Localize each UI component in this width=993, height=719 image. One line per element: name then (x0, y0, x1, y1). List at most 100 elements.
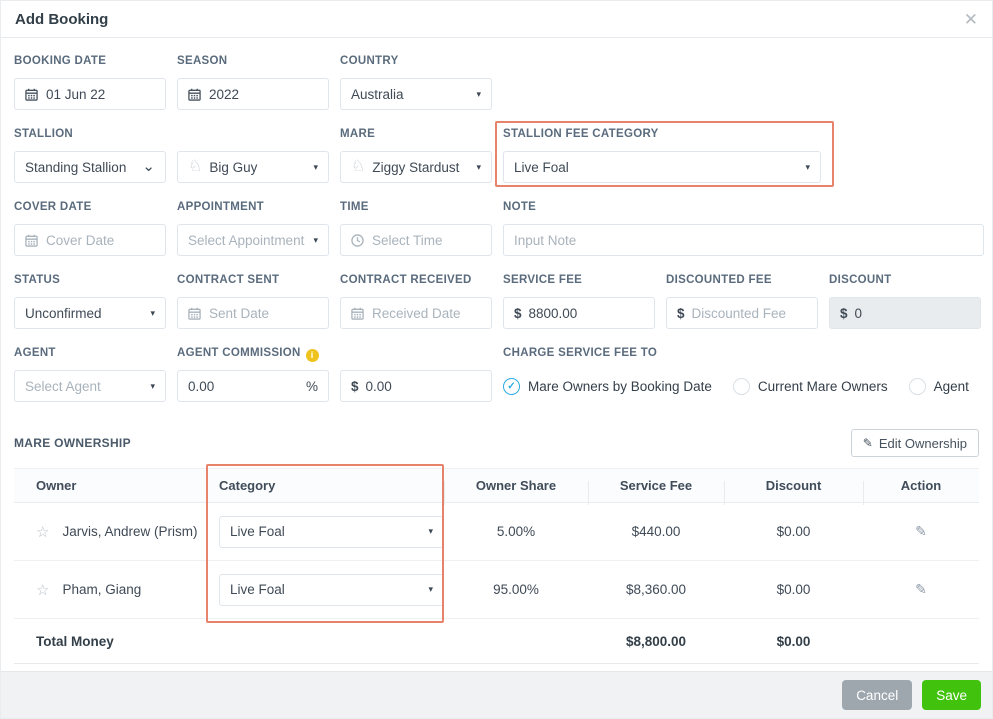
col-category: Category (219, 478, 276, 493)
mare-select[interactable]: ♘ Ziggy Stardust ▾ (340, 151, 492, 183)
horse-icon: ♘ (188, 158, 203, 175)
stallion-group: STALLION Standing Stallion ⌄ (14, 128, 166, 183)
caret-down-icon: ▾ (476, 88, 481, 99)
mare-ownership-header: MARE OWNERSHIP ✎ Edit Ownership (14, 429, 979, 457)
mare-value: Ziggy Stardust (372, 159, 460, 175)
discounted-fee-label: DISCOUNTED FEE (666, 274, 772, 286)
caret-down-icon: ▾ (805, 161, 810, 172)
modal-title: Add Booking (15, 10, 109, 28)
radio-agent[interactable]: Agent (908, 377, 969, 395)
status-select[interactable]: Unconfirmed ▾ (14, 297, 166, 329)
charge-service-fee-label: CHARGE SERVICE FEE TO (503, 347, 658, 359)
dollar-prefix: $ (351, 378, 359, 394)
add-booking-modal: Add Booking ✕ BOOKING DATE 01 Jun 22 SEA… (0, 0, 993, 719)
radio-current-mare-owners[interactable]: Current Mare Owners (732, 377, 888, 395)
cover-date-input[interactable]: Cover Date (14, 224, 166, 256)
service-fee-value: 8800.00 (528, 305, 578, 321)
edit-ownership-button[interactable]: ✎ Edit Ownership (850, 429, 979, 457)
agent-commission-amount-group: $ 0.00 (340, 347, 492, 402)
time-input[interactable]: Select Time (340, 224, 492, 256)
country-label: COUNTRY (340, 55, 399, 67)
modal-footer: Cancel Save (1, 671, 992, 718)
radio-selected-icon: ✓ (503, 377, 520, 395)
mare-ownership-title: MARE OWNERSHIP (14, 436, 131, 450)
discounted-fee-input[interactable]: $ Discounted Fee (666, 297, 818, 329)
star-icon[interactable]: ☆ (36, 581, 49, 599)
contract-sent-group: CONTRACT SENT Sent Date (177, 274, 329, 329)
caret-down-icon: ▾ (313, 161, 318, 172)
agent-commission-amount-input[interactable]: $ 0.00 (340, 370, 492, 402)
appointment-group: APPOINTMENT Select Appointment ▾ (177, 201, 329, 256)
service-fee-group: SERVICE FEE $ 8800.00 (503, 274, 655, 329)
dollar-prefix: $ (677, 305, 685, 321)
stallion-type-select[interactable]: Standing Stallion ⌄ (14, 151, 166, 183)
horse-icon: ♘ (351, 158, 366, 175)
close-icon[interactable]: ✕ (964, 11, 978, 28)
total-row: Total Money $8,800.00 $0.00 (14, 619, 979, 664)
appointment-select[interactable]: Select Appointment ▾ (177, 224, 329, 256)
percent-suffix: % (305, 378, 318, 394)
calendar-icon (25, 88, 38, 101)
row-category-select[interactable]: Live Foal ▾ (219, 573, 444, 606)
chevron-down-icon: ⌄ (142, 158, 155, 176)
contract-sent-input[interactable]: Sent Date (177, 297, 329, 329)
cover-date-label: COVER DATE (14, 201, 92, 213)
booking-date-label: BOOKING DATE (14, 55, 107, 67)
calendar-icon (25, 234, 38, 247)
owner-name: Jarvis, Andrew (Prism) (62, 524, 198, 539)
stallion-fee-category-select[interactable]: Live Foal ▾ (503, 151, 821, 183)
save-button[interactable]: Save (922, 680, 981, 710)
stallion-label: STALLION (14, 128, 74, 140)
total-discount: $0.00 (776, 633, 811, 649)
caret-down-icon: ▾ (428, 526, 433, 536)
booking-date-input[interactable]: 01 Jun 22 (14, 78, 166, 110)
appointment-label: APPOINTMENT (177, 201, 264, 213)
radio-unselected-icon (732, 377, 750, 395)
mare-label: MARE (340, 128, 376, 140)
form-row-4: STATUS Unconfirmed ▾ CONTRACT SENT Sent … (14, 274, 981, 329)
col-discount: Discount (724, 478, 863, 505)
season-label: SEASON (177, 55, 228, 67)
discount-input: $ 0 (829, 297, 981, 329)
row-category-select[interactable]: Live Foal ▾ (219, 515, 444, 548)
info-icon[interactable]: i (305, 348, 319, 362)
form-row-5: AGENT Select Agent ▾ AGENT COMMISSION i 0… (14, 347, 979, 402)
calendar-icon (188, 307, 201, 320)
charge-service-fee-options: ✓ Mare Owners by Booking Date Current Ma… (503, 370, 979, 402)
cancel-button[interactable]: Cancel (842, 680, 913, 710)
edit-row-pencil-icon[interactable]: ✎ (915, 581, 927, 597)
season-value: 2022 (209, 86, 240, 102)
contract-received-placeholder: Received Date (372, 305, 461, 321)
contract-sent-label: CONTRACT SENT (177, 274, 280, 286)
star-icon[interactable]: ☆ (36, 523, 49, 541)
caret-down-icon: ▾ (476, 161, 481, 172)
service-fee-input[interactable]: $ 8800.00 (503, 297, 655, 329)
charge-service-fee-group: CHARGE SERVICE FEE TO ✓ Mare Owners by B… (503, 347, 979, 402)
agent-select[interactable]: Select Agent ▾ (14, 370, 166, 402)
country-select[interactable]: Australia ▾ (340, 78, 492, 110)
cover-date-group: COVER DATE Cover Date (14, 201, 166, 256)
season-input[interactable]: 2022 (177, 78, 329, 110)
note-placeholder: Input Note (514, 232, 577, 248)
status-value: Unconfirmed (25, 305, 102, 321)
discount-label: DISCOUNT (829, 274, 892, 286)
agent-commission-percent-input[interactable]: 0.00 % (177, 370, 329, 402)
season-group: SEASON 2022 (177, 55, 329, 110)
radio-mare-owners-by-booking-date[interactable]: ✓ Mare Owners by Booking Date (503, 377, 712, 395)
service-fee-cell: $8,360.00 (625, 582, 687, 597)
country-group: COUNTRY Australia ▾ (340, 55, 492, 110)
table-row: ☆ Pham, Giang Live Foal ▾ 95.00% $8,360.… (14, 561, 979, 619)
agent-commission-percent-group: AGENT COMMISSION i 0.00 % (177, 347, 329, 402)
stallion-fee-category-value: Live Foal (514, 159, 569, 175)
row-category-value: Live Foal (230, 582, 285, 597)
calendar-icon (188, 88, 201, 101)
modal-body: BOOKING DATE 01 Jun 22 SEASON 2022 COUNT… (1, 38, 992, 671)
stallion-name-select[interactable]: ♘ Big Guy ▾ (177, 151, 329, 183)
agent-placeholder: Select Agent (25, 378, 101, 394)
edit-row-pencil-icon[interactable]: ✎ (915, 523, 927, 539)
contract-received-input[interactable]: Received Date (340, 297, 492, 329)
contract-received-group: CONTRACT RECEIVED Received Date (340, 274, 492, 329)
form-row-1: BOOKING DATE 01 Jun 22 SEASON 2022 COUNT… (14, 55, 979, 110)
note-group: NOTE Input Note (503, 201, 984, 256)
note-input[interactable]: Input Note (503, 224, 984, 256)
